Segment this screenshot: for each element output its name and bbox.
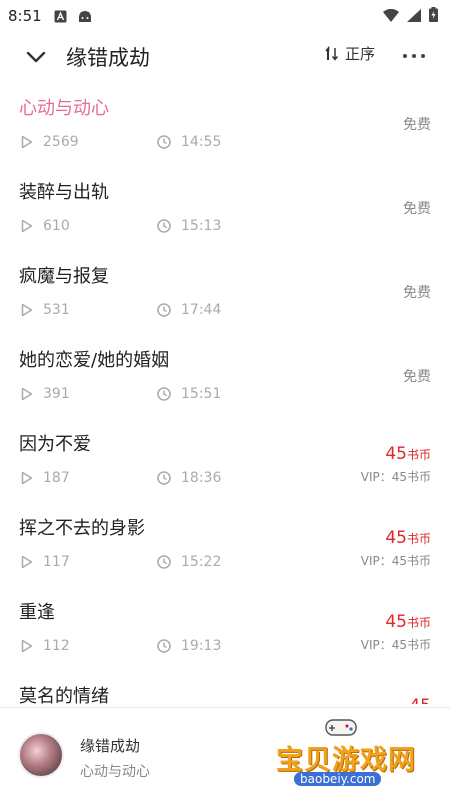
play-count-icon [21,639,33,653]
album-cover-image[interactable] [18,732,64,778]
episode-meta: 391 15:51 [21,386,221,402]
status-time: 8:51 [8,7,42,25]
episode-item[interactable]: 因为不爱 187 18:36 45书币 VIP：45书币 [0,420,450,504]
episode-title: 挥之不去的身影 [19,518,145,539]
more-options-button[interactable] [396,44,432,68]
price-value: 45 [385,612,407,632]
duration: 18:36 [181,470,222,486]
gamepad-icon [325,719,357,736]
play-count: 610 [43,218,70,234]
free-label: 免费 [403,369,431,385]
duration: 19:13 [181,638,222,654]
episode-title: 心动与动心 [19,98,109,119]
chevron-down-icon [26,51,46,63]
episode-item[interactable]: 挥之不去的身影 117 15:22 45书币 VIP：45书币 [0,504,450,588]
clock-icon [157,555,171,569]
episode-title: 她的恋爱/她的婚姻 [19,350,170,371]
play-count: 187 [43,470,70,486]
watermark-url: baobeiy.com [294,772,382,786]
play-count-icon [21,219,33,233]
collapse-button[interactable] [20,41,52,73]
price-value: 45 [385,528,407,548]
mini-player[interactable]: 缘错成劫 心动与动心 宝贝游戏网 baobeiy.com [0,708,450,800]
play-count-icon [21,471,33,485]
duration: 14:55 [181,134,222,150]
price-unit: 书币 [406,616,431,630]
duration: 15:22 [181,554,222,570]
clock-icon [157,471,171,485]
status-bar: 8:51 [0,0,450,32]
episode-title: 莫名的情绪 [19,686,109,704]
clock-icon [157,219,171,233]
play-count: 117 [43,554,70,570]
watermark-logo: 宝贝游戏网 baobeiy.com [272,716,422,788]
episode-item[interactable]: 莫名的情绪 45 [0,672,450,704]
free-label: 免费 [403,201,431,217]
episode-item[interactable]: 她的恋爱/她的婚姻 391 15:51 免费 [0,336,450,420]
episode-meta: 2569 14:55 [21,134,221,150]
sort-button[interactable]: 正序 [323,43,375,64]
clock-icon [157,303,171,317]
episode-meta: 610 15:13 [21,218,221,234]
album-title: 缘错成劫 [66,46,150,70]
episode-list[interactable]: 心动与动心 2569 14:55 免费 装醉与出轨 610 15:13 免费 疯… [0,84,450,704]
episode-title: 装醉与出轨 [19,182,109,203]
signal-icon [407,7,421,26]
more-dot-icon [421,54,425,58]
duration: 15:51 [181,386,222,402]
more-dot-icon [403,54,407,58]
clock-icon [157,639,171,653]
episode-title: 因为不爱 [19,434,91,455]
price-value: 45 [409,696,431,704]
price-tag: 45 [409,696,431,704]
player-episode-title: 心动与动心 [80,764,150,780]
sort-order-icon [325,45,339,61]
episode-item[interactable]: 装醉与出轨 610 15:13 免费 [0,168,450,252]
episode-title: 重逢 [19,602,55,623]
vip-price: VIP：45书币 [360,554,431,568]
play-count: 391 [43,386,70,402]
play-count-icon [21,387,33,401]
price-tag: 45书币 VIP：45书币 [361,444,431,484]
episode-title: 疯魔与报复 [19,266,109,287]
play-count-icon [21,135,33,149]
duration: 15:13 [181,218,222,234]
clock-icon [157,135,171,149]
episode-meta: 117 15:22 [21,554,221,570]
price-tag: 45书币 VIP：45书币 [361,528,431,568]
clock-icon [157,387,171,401]
price-unit: 书币 [406,532,431,546]
header: 缘错成劫 正序 [0,32,450,82]
episode-meta: 112 19:13 [21,638,221,654]
vip-price: VIP：45书币 [360,638,431,652]
price-tag: 45书币 VIP：45书币 [361,612,431,652]
play-count: 112 [43,638,70,654]
vip-price: VIP：45书币 [360,470,431,484]
android-notification-icon [78,9,92,23]
play-count-icon [21,303,33,317]
play-count: 2569 [43,134,79,150]
free-label: 免费 [403,285,431,301]
wifi-icon [383,7,399,26]
free-label: 免费 [403,117,431,133]
keyboard-notification-icon [54,9,68,23]
episode-item[interactable]: 重逢 112 19:13 45书币 VIP：45书币 [0,588,450,672]
price-unit: 书币 [406,448,431,462]
episode-meta: 531 17:44 [21,302,221,318]
duration: 17:44 [181,302,222,318]
episode-item[interactable]: 心动与动心 2569 14:55 免费 [0,84,450,168]
episode-item[interactable]: 疯魔与报复 531 17:44 免费 [0,252,450,336]
price-value: 45 [385,444,407,464]
sort-label: 正序 [345,45,376,63]
episode-meta: 187 18:36 [21,470,221,486]
battery-icon [429,6,438,26]
play-count: 531 [43,302,70,318]
more-dot-icon [412,54,416,58]
play-count-icon [21,555,33,569]
player-album-title: 缘错成劫 [80,737,141,755]
